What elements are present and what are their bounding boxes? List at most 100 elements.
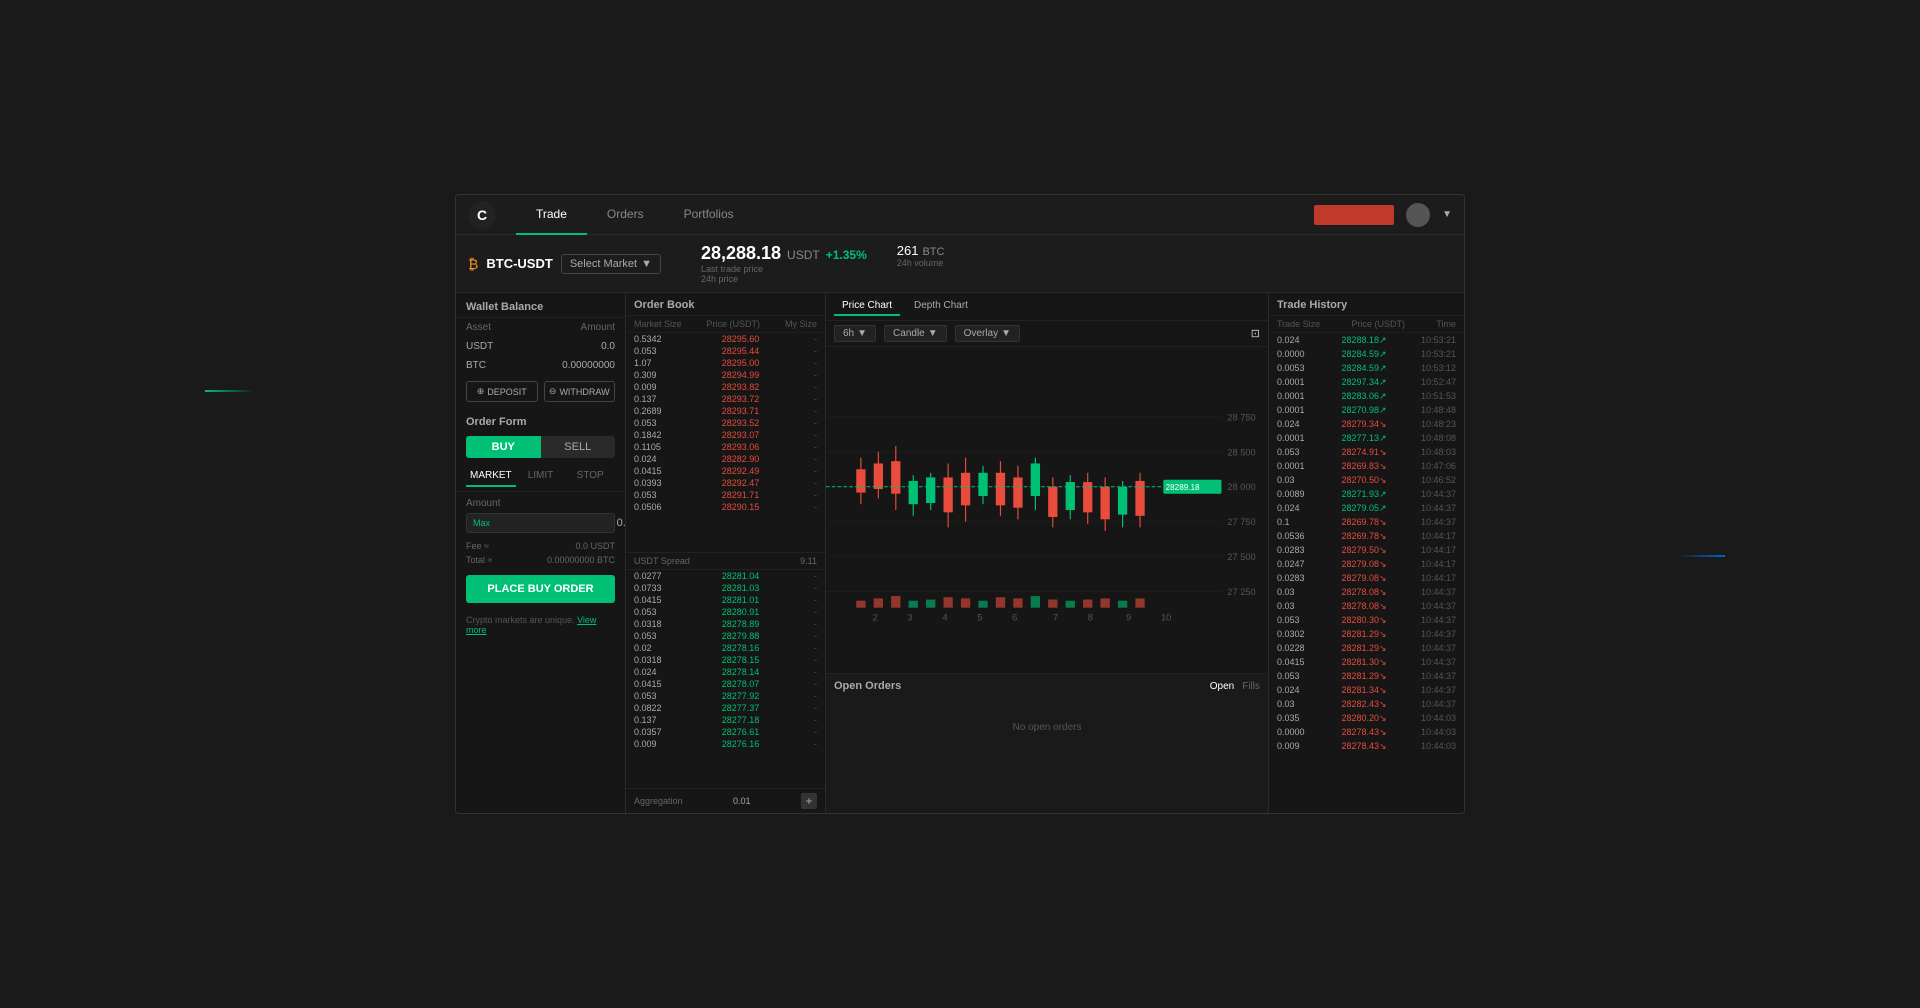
price-section: 28,288.18 USDT +1.35% Last trade price 2… (701, 243, 945, 284)
buy-order-1[interactable]: 0.027728281.04- (626, 570, 825, 582)
th-row-1: 0.02428288.18↗10:53:21 (1269, 333, 1464, 347)
th-row-16: 0.028328279.50↘10:44:17 (1269, 543, 1464, 557)
stop-order-tab[interactable]: STOP (565, 466, 615, 487)
dropdown-arrow[interactable]: ▼ (1442, 209, 1452, 220)
svg-text:27 500: 27 500 (1227, 552, 1255, 562)
buy-order-6[interactable]: 0.05328279.88- (626, 630, 825, 642)
chart-header: Price Chart Depth Chart (826, 293, 1268, 321)
amount-input[interactable] (496, 517, 638, 529)
sell-order-6[interactable]: 0.13728293.72- (626, 393, 825, 405)
sell-order-7[interactable]: 0.268928293.71- (626, 405, 825, 417)
buy-order-15[interactable]: 0.00928276.16- (626, 738, 825, 750)
btc-asset: BTC (466, 360, 486, 371)
limit-order-tab[interactable]: LIMIT (516, 466, 566, 487)
buy-order-7[interactable]: 0.0228278.16- (626, 642, 825, 654)
th-row-22: 0.030228281.29↘10:44:37 (1269, 627, 1464, 641)
open-orders-open-tab[interactable]: Open (1210, 681, 1234, 692)
th-time-header: Time (1436, 319, 1456, 329)
sell-order-12[interactable]: 0.041528292.49- (626, 465, 825, 477)
buy-order-8[interactable]: 0.031828278.15- (626, 654, 825, 666)
fee-row: Fee ≈ 0.0 USDT (456, 539, 625, 553)
user-avatar[interactable] (1406, 203, 1430, 227)
minus-icon: ⊖ (549, 386, 557, 397)
nav-tabs: Trade Orders Portfolios (516, 195, 1314, 235)
th-row-30: 0.00928278.43↘10:44:03 (1269, 739, 1464, 753)
sell-order-5[interactable]: 0.00928293.82- (626, 381, 825, 393)
buy-order-12[interactable]: 0.082228277.37- (626, 702, 825, 714)
sell-order-10[interactable]: 0.110528293.06- (626, 441, 825, 453)
buy-order-9[interactable]: 0.02428278.14- (626, 666, 825, 678)
price-change: +1.35% (826, 248, 867, 262)
overlay-button[interactable]: Overlay ▼ (955, 325, 1020, 342)
red-bar (1314, 205, 1394, 225)
trade-history-rows: 0.02428288.18↗10:53:21 0.000028284.59↗10… (1269, 333, 1464, 813)
amount-section: Amount Max USDT (456, 492, 625, 539)
timeframe-button[interactable]: 6h ▼ (834, 325, 876, 342)
total-row: Total ≈ 0.00000000 BTC (456, 553, 625, 567)
buy-sell-tabs: BUY SELL (466, 436, 615, 458)
th-row-6: 0.000128270.98↗10:48:48 (1269, 403, 1464, 417)
deposit-button[interactable]: ⊕ DEPOSIT (466, 381, 538, 402)
view-more-link[interactable]: View more (466, 615, 596, 635)
buy-tab[interactable]: BUY (466, 436, 541, 458)
open-orders-fills-tab[interactable]: Fills (1242, 681, 1260, 692)
th-row-21: 0.05328280.30↘10:44:37 (1269, 613, 1464, 627)
usdt-asset: USDT (466, 341, 493, 352)
buy-order-13[interactable]: 0.13728277.18- (626, 714, 825, 726)
sell-order-2[interactable]: 0.05328295.44- (626, 345, 825, 357)
price-main: 28,288.18 USDT +1.35% Last trade price 2… (701, 243, 867, 284)
sell-order-13[interactable]: 0.039328292.47- (626, 477, 825, 489)
nav-tab-orders[interactable]: Orders (587, 195, 664, 235)
sell-order-15[interactable]: 0.050628290.15- (626, 501, 825, 513)
place-order-button[interactable]: PLACE BUY ORDER (466, 575, 615, 603)
buy-order-14[interactable]: 0.035728276.61- (626, 726, 825, 738)
buy-order-3[interactable]: 0.041528281.01- (626, 594, 825, 606)
svg-text:28 750: 28 750 (1227, 412, 1255, 422)
open-orders-empty: No open orders (834, 722, 1260, 733)
buy-order-2[interactable]: 0.073328281.03- (626, 582, 825, 594)
max-button[interactable]: Max (473, 518, 490, 528)
order-book-panel: Order Book Market Size Price (USDT) My S… (626, 293, 826, 813)
depth-chart-tab[interactable]: Depth Chart (906, 297, 976, 316)
price-chart-tab[interactable]: Price Chart (834, 297, 900, 316)
sell-order-8[interactable]: 0.05328293.52- (626, 417, 825, 429)
ob-market-size-header: Market Size (634, 319, 682, 329)
sell-orders: 0.534228295.60- 0.05328295.44- 1.0728295… (626, 333, 825, 552)
sell-order-1[interactable]: 0.534228295.60- (626, 333, 825, 345)
buy-orders: 0.027728281.04- 0.073328281.03- 0.041528… (626, 570, 825, 789)
buy-order-11[interactable]: 0.05328277.92- (626, 690, 825, 702)
buy-order-10[interactable]: 0.041528278.07- (626, 678, 825, 690)
chevron-down-icon: ▼ (641, 258, 652, 270)
nav-tab-portfolios[interactable]: Portfolios (664, 195, 754, 235)
th-row-4: 0.000128297.34↗10:52:47 (1269, 375, 1464, 389)
trade-history-title: Trade History (1277, 299, 1347, 311)
aggregation-plus-button[interactable]: + (801, 793, 817, 809)
th-row-13: 0.02428279.05↗10:44:37 (1269, 501, 1464, 515)
wallet-col-headers: Asset Amount (456, 318, 625, 337)
usdt-amount: 0.0 (601, 341, 615, 352)
plus-icon: ⊕ (477, 386, 485, 397)
market-order-tab[interactable]: MARKET (466, 466, 516, 487)
svg-text:10: 10 (1161, 613, 1171, 623)
candle-button[interactable]: Candle ▼ (884, 325, 947, 342)
sell-order-11[interactable]: 0.02428282.90- (626, 453, 825, 465)
th-price-header: Price (USDT) (1352, 319, 1406, 329)
sell-order-9[interactable]: 0.184228293.07- (626, 429, 825, 441)
buy-order-5[interactable]: 0.031828278.89- (626, 618, 825, 630)
expand-icon[interactable]: ⊡ (1251, 327, 1260, 340)
svg-text:28289.18: 28289.18 (1166, 483, 1200, 492)
sell-order-4[interactable]: 0.30928294.99- (626, 369, 825, 381)
svg-text:28 000: 28 000 (1227, 482, 1255, 492)
buy-order-4[interactable]: 0.05328280.91- (626, 606, 825, 618)
sell-order-3[interactable]: 1.0728295.00- (626, 357, 825, 369)
price-currency: USDT (787, 248, 820, 262)
select-market-button[interactable]: Select Market ▼ (561, 254, 661, 274)
svg-text:4: 4 (942, 613, 947, 623)
withdraw-button[interactable]: ⊖ WITHDRAW (544, 381, 616, 402)
price-change-label: 24h price (701, 274, 867, 284)
sell-order-14[interactable]: 0.05328291.71- (626, 489, 825, 501)
sell-tab[interactable]: SELL (541, 436, 616, 458)
nav-tab-trade[interactable]: Trade (516, 195, 587, 235)
wallet-asset-header: Asset (466, 322, 491, 333)
volume-label: 24h volume (897, 258, 945, 268)
